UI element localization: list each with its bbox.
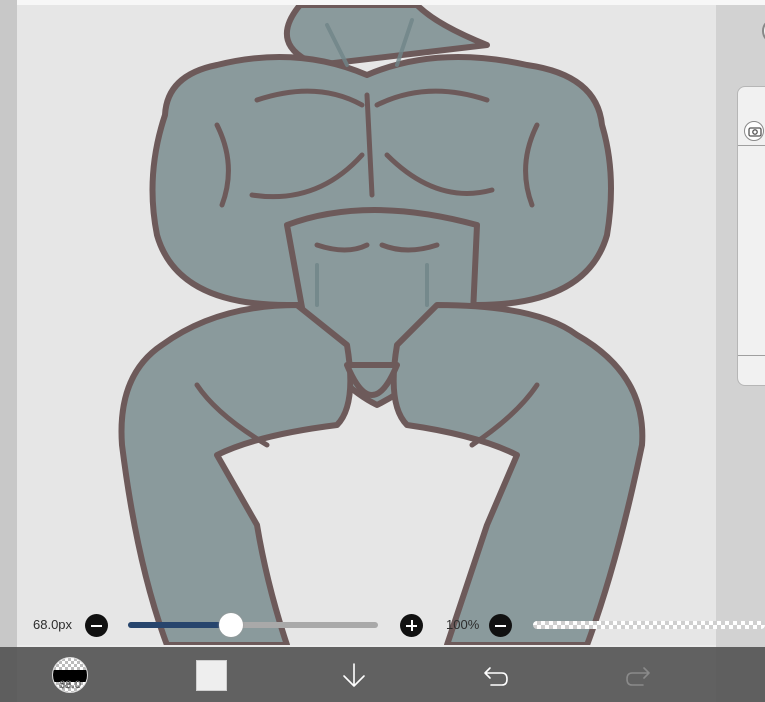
panel-divider — [738, 355, 765, 356]
panel-divider — [738, 145, 765, 146]
slider-fill — [128, 622, 231, 628]
undo-icon[interactable] — [481, 660, 511, 690]
drawing-canvas[interactable] — [17, 5, 716, 645]
layer-panel[interactable] — [737, 86, 765, 386]
drawing-app: 68.0px 100% 68.0 — [0, 0, 765, 702]
opacity-label: 100% — [446, 617, 480, 632]
brush-button[interactable]: 68.0 — [52, 657, 88, 693]
arrow-down-icon[interactable] — [339, 660, 369, 690]
slider-thumb[interactable] — [219, 613, 243, 637]
opacity-slider[interactable] — [533, 621, 765, 629]
left-edge — [0, 0, 17, 702]
sketch-figure — [118, 5, 646, 645]
plus-icon[interactable] — [400, 614, 423, 637]
redo-icon[interactable] — [623, 660, 653, 690]
camera-icon[interactable] — [744, 121, 764, 141]
bottom-toolbar: 68.0 — [0, 647, 765, 702]
color-swatch[interactable] — [196, 660, 227, 691]
brush-size-slider[interactable] — [128, 622, 378, 628]
brush-size-label: 68.0px — [33, 617, 73, 632]
minus-icon[interactable] — [85, 614, 108, 637]
minus-icon[interactable] — [489, 614, 512, 637]
brush-size-value: 68.0 — [59, 679, 81, 691]
